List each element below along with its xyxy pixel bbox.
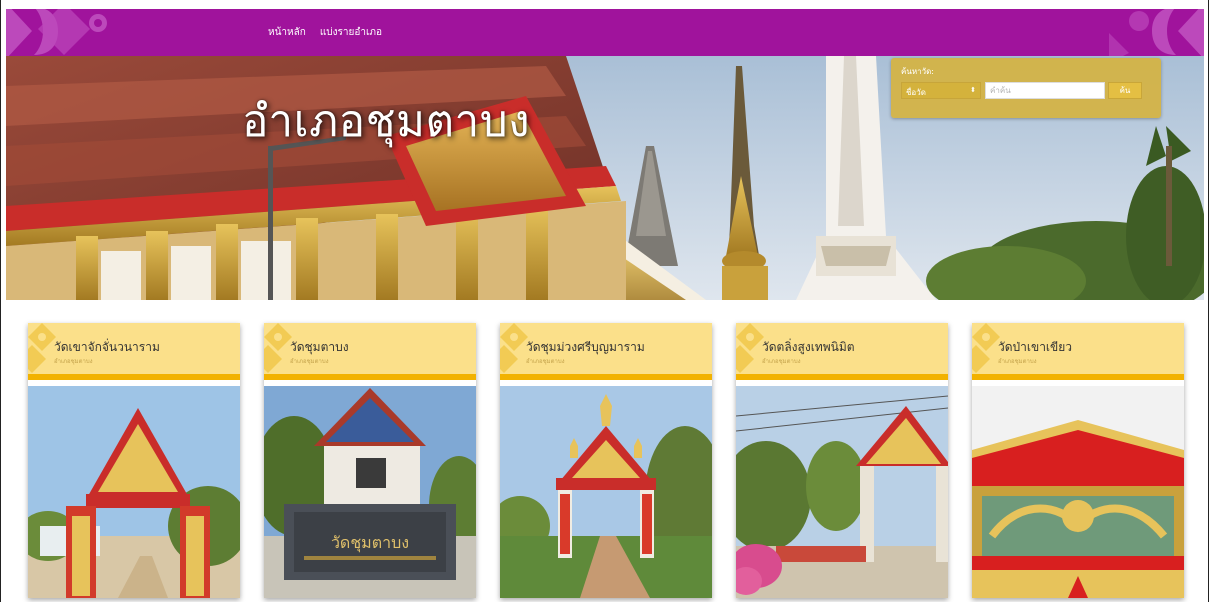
temple-card[interactable]: วัดป่าเขาเขียว อำเภอชุมตาบง (972, 323, 1184, 598)
search-button[interactable]: ค้น (1108, 82, 1142, 99)
card-image (736, 386, 948, 598)
card-image (28, 386, 240, 598)
search-type-value: ชื่อวัด (906, 88, 926, 97)
search-type-select[interactable]: ชื่อวัด ⬍ (901, 82, 981, 99)
thai-pattern-ornament-icon (6, 9, 107, 56)
card-image (972, 386, 1184, 598)
hero-title: อำเภอชุมตาบง (242, 96, 531, 147)
card-image (500, 386, 712, 598)
thai-pattern-ornament-icon (1109, 9, 1204, 56)
card-subtitle: อำเภอชุมตาบง (290, 358, 329, 365)
card-title: วัดชุมม่วงศรีบุญมาราม (526, 340, 645, 354)
search-panel: ค้นหาวัด: ชื่อวัด ⬍ ค้น (891, 58, 1161, 118)
temple-card[interactable]: วัดเขาจักจั่นวนาราม อำเภอชุมตาบง (28, 323, 240, 598)
card-header: วัดตลิ่งสูงเทพนิมิต อำเภอชุมตาบง (736, 323, 948, 380)
card-header: วัดชุมตาบง อำเภอชุมตาบง (264, 323, 476, 380)
temple-cards: วัดเขาจักจั่นวนาราม อำเภอชุมตาบง วัดชุมต… (28, 323, 1188, 602)
sign-text: วัดชุมตาบง (331, 533, 409, 553)
top-navbar: หน้าหลัก แบ่งรายอำเภอ (6, 9, 1204, 56)
card-title: วัดป่าเขาเขียว (998, 340, 1073, 354)
card-title: วัดชุมตาบง (290, 340, 349, 354)
select-caret-icon: ⬍ (970, 86, 976, 94)
nav-link-districts[interactable]: แบ่งรายอำเภอ (320, 25, 382, 40)
temple-card[interactable]: วัดชุมม่วงศรีบุญมาราม อำเภอชุมตาบง (500, 323, 712, 598)
card-image: วัดชุมตาบง (264, 386, 476, 598)
card-subtitle: อำเภอชุมตาบง (998, 358, 1037, 365)
card-title: วัดตลิ่งสูงเทพนิมิต (762, 340, 855, 354)
temple-card[interactable]: วัดตลิ่งสูงเทพนิมิต อำเภอชุมตาบง (736, 323, 948, 598)
card-header: วัดป่าเขาเขียว อำเภอชุมตาบง (972, 323, 1184, 380)
card-subtitle: อำเภอชุมตาบง (54, 358, 93, 365)
nav-links: หน้าหลัก แบ่งรายอำเภอ (268, 25, 382, 40)
card-subtitle: อำเภอชุมตาบง (762, 358, 801, 365)
search-label: ค้นหาวัด: (901, 67, 934, 76)
temple-card[interactable]: วัดชุมตาบง อำเภอชุมตาบง วัดชุมตาบง (264, 323, 476, 598)
card-header: วัดชุมม่วงศรีบุญมาราม อำเภอชุมตาบง (500, 323, 712, 380)
search-input[interactable] (985, 82, 1105, 99)
nav-link-home[interactable]: หน้าหลัก (268, 25, 306, 40)
card-subtitle: อำเภอชุมตาบง (526, 358, 565, 365)
card-header: วัดเขาจักจั่นวนาราม อำเภอชุมตาบง (28, 323, 240, 380)
card-title: วัดเขาจักจั่นวนาราม (54, 340, 160, 354)
